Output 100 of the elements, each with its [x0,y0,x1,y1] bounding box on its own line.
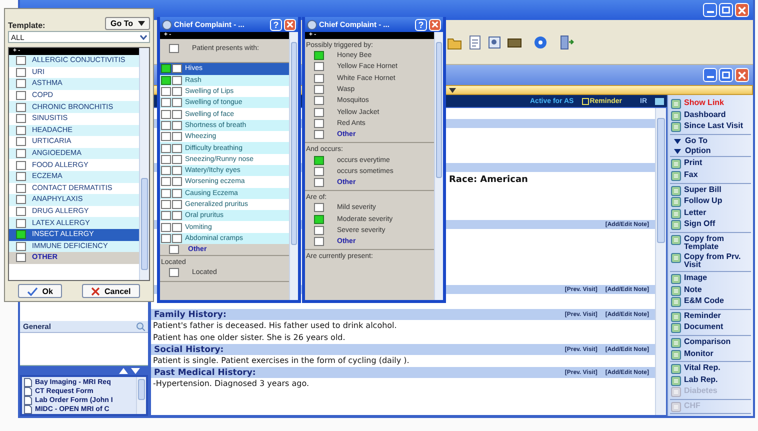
checkbox[interactable] [161,64,171,74]
scrollbar[interactable] [136,377,146,414]
checkbox[interactable] [16,160,26,170]
sidebar-button[interactable]: Show Link [670,98,751,110]
checkbox[interactable] [314,226,324,235]
checkbox[interactable] [314,108,324,117]
checkbox[interactable] [16,68,26,77]
checkbox[interactable] [172,98,182,108]
sidebar-button[interactable]: Comparison [670,336,751,348]
sidebar-button[interactable]: Note [670,284,751,296]
checkbox[interactable] [161,98,171,108]
checkbox[interactable] [172,132,182,142]
checkbox[interactable] [314,156,324,165]
toolbar-button[interactable] [558,34,575,50]
sidebar-button[interactable]: Copy from Template [670,234,751,252]
sidebar-button[interactable]: Copy from Prv. Visit [670,252,751,270]
scrollbar[interactable] [434,32,443,300]
sidebar-button[interactable]: Follow Up [670,196,751,208]
maximize-button[interactable] [719,68,733,82]
checkbox[interactable] [314,203,324,212]
sidebar-button[interactable]: Print [670,158,751,170]
checkbox[interactable] [16,218,26,228]
checkbox[interactable] [16,149,26,158]
sidebar-button[interactable]: Since Last Visit [670,121,751,133]
checkbox[interactable] [161,166,171,176]
checkbox[interactable] [314,96,324,106]
checkbox[interactable] [16,207,26,216]
checkbox[interactable] [161,211,171,220]
checkbox[interactable] [16,91,26,100]
checkbox[interactable] [161,222,171,232]
sidebar-button[interactable]: Go To [670,136,751,146]
ok-button[interactable]: Ok [18,284,62,298]
checkbox[interactable] [16,114,26,124]
checkbox[interactable] [172,188,182,198]
checkbox[interactable] [16,56,26,66]
sidebar-button[interactable]: Option [670,146,751,156]
scrollbar[interactable] [139,48,149,280]
checkbox[interactable] [314,166,324,176]
scrollbar[interactable] [289,32,298,300]
close-button[interactable] [284,18,296,30]
checkbox[interactable] [16,137,26,146]
checkbox[interactable] [16,184,26,193]
close-button[interactable] [429,18,441,30]
toolbar-button[interactable] [532,34,549,50]
checkbox[interactable] [161,110,171,119]
checkbox[interactable] [16,79,26,88]
checkbox[interactable] [172,166,182,176]
checkbox[interactable] [16,126,26,135]
checkbox[interactable] [161,76,171,85]
close-button[interactable] [735,3,749,17]
checkbox[interactable] [314,51,324,60]
sidebar-button[interactable]: Letter [670,208,751,220]
sidebar-button[interactable]: Vital Rep. [670,363,751,375]
scrollbar[interactable] [655,108,666,415]
checkbox[interactable] [172,200,182,209]
sidebar-button[interactable]: Super Bill [670,184,751,196]
checkbox[interactable] [169,245,179,254]
checkbox[interactable] [172,110,182,119]
go-to-button[interactable]: Go To [105,17,150,30]
minimize-button[interactable] [703,3,717,17]
checkbox[interactable] [16,195,26,204]
checkbox[interactable] [16,242,26,251]
minimize-button[interactable] [703,68,717,82]
checkbox[interactable] [314,178,324,188]
checkbox[interactable] [314,130,324,140]
checkbox[interactable] [161,154,171,164]
sidebar-button[interactable]: Document [670,322,751,334]
checkbox[interactable] [169,44,179,54]
checkbox[interactable] [161,120,171,130]
checkbox[interactable] [161,234,171,243]
sidebar-button[interactable]: Fax [670,170,751,182]
checkbox[interactable] [16,102,26,112]
checkbox[interactable] [172,87,182,96]
checkbox[interactable] [172,211,182,220]
sidebar-button[interactable]: Reminder [670,310,751,322]
checkbox[interactable] [172,144,182,153]
checkbox[interactable] [172,120,182,130]
checkbox[interactable] [16,253,26,262]
checkbox[interactable] [172,154,182,164]
checkbox[interactable] [161,132,171,142]
checkbox[interactable] [172,177,182,186]
checkbox[interactable] [16,172,26,182]
help-button[interactable]: ? [415,18,427,30]
checkbox[interactable] [172,64,182,74]
checkbox[interactable] [172,222,182,232]
checkbox[interactable] [161,144,171,153]
sidebar-button[interactable]: Image [670,272,751,285]
checkbox[interactable] [314,74,324,83]
sidebar-button[interactable]: Dashboard [670,110,751,122]
close-button[interactable] [735,68,749,82]
sidebar-button[interactable]: Sign Off [670,219,751,231]
toolbar-button[interactable] [486,34,503,50]
checkbox[interactable] [161,87,171,96]
cancel-button[interactable]: Cancel [82,284,140,298]
sidebar-button[interactable]: Lab Rep. [670,374,751,386]
checkbox[interactable] [161,177,171,186]
checkbox[interactable] [314,214,324,224]
help-button[interactable]: ? [270,18,282,30]
checkbox[interactable] [314,85,324,94]
checkbox[interactable] [314,62,324,72]
